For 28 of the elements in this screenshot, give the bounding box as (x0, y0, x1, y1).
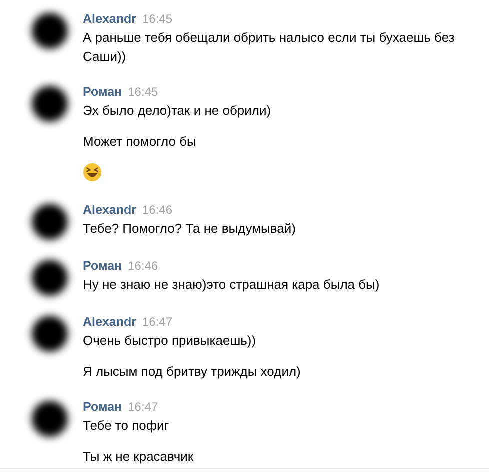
avatar[interactable] (32, 316, 68, 352)
message-text: Может помогло бы (83, 133, 198, 151)
laughing-emoji-icon (83, 163, 102, 182)
avatar[interactable] (32, 204, 68, 240)
author-name[interactable]: Alexandr (83, 12, 136, 26)
avatar[interactable] (32, 260, 68, 296)
author-name[interactable]: Alexandr (83, 203, 136, 217)
message-text: Ты ж не красавчик (83, 448, 195, 466)
message-time: 16:47 (142, 315, 173, 329)
message-time: 16:46 (142, 203, 173, 217)
avatar[interactable] (32, 401, 68, 437)
message-time: 16:46 (128, 259, 158, 273)
message-text: Тебе? Помогло? Та не выдумывай) (83, 220, 297, 238)
author-name[interactable]: Alexandr (83, 315, 136, 329)
message-text: Эх было дело)так и не обрили) (83, 102, 272, 120)
message-time: 16:45 (128, 85, 158, 99)
message-time: 16:47 (128, 400, 158, 414)
message-text: А раньше тебя обещали обрить налысо если ты бухаешь без Саши)) (83, 29, 456, 66)
avatar[interactable] (32, 13, 68, 49)
author-name[interactable]: Роман (83, 259, 122, 273)
avatar[interactable] (32, 86, 68, 122)
message-text: Ну не знаю не знаю)это страшная кара была бы) (83, 276, 381, 294)
message-text: Тебе то пофиг (83, 417, 170, 435)
author-name[interactable]: Роман (83, 400, 122, 414)
message-text: Я лысым под бритву трижды ходил) (83, 363, 302, 381)
message-time: 16:45 (142, 12, 173, 26)
message-text: Очень быстро привыкаешь)) (83, 332, 258, 350)
author-name[interactable]: Роман (83, 85, 122, 99)
